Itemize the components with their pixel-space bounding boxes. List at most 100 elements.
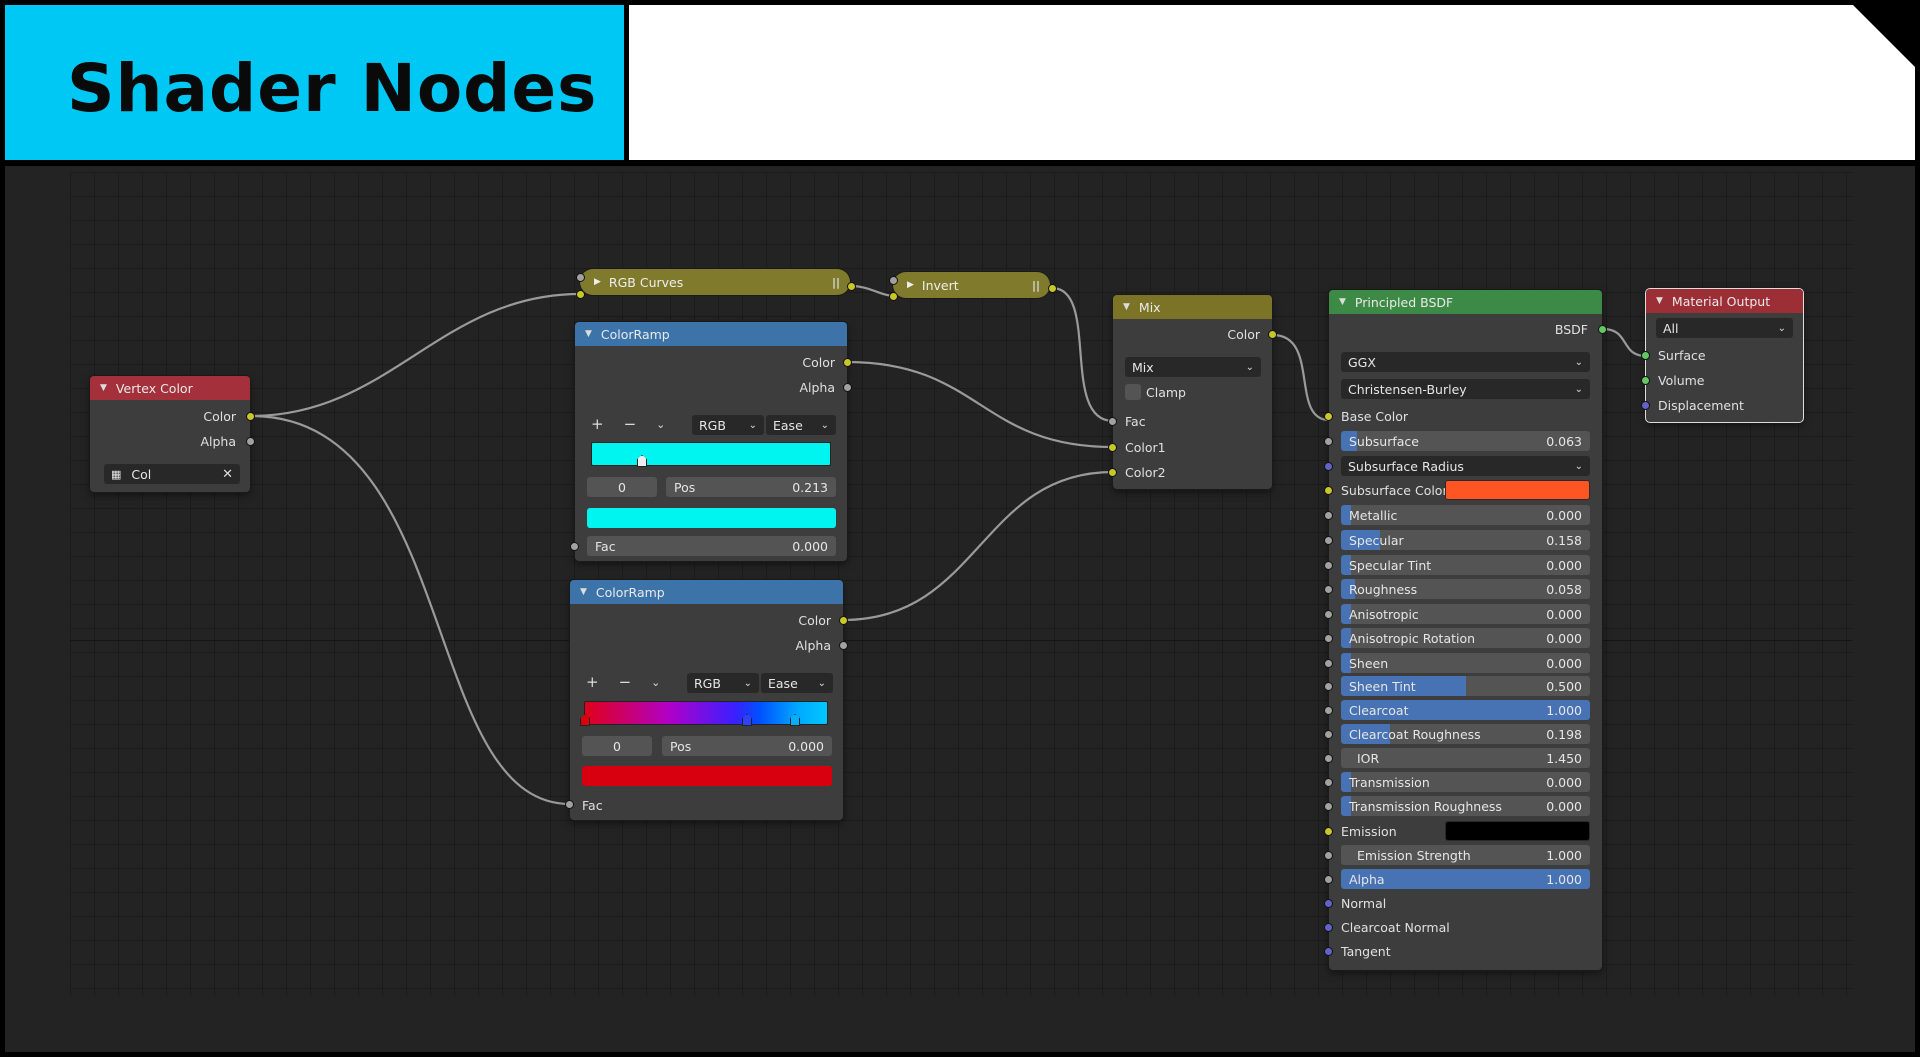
node-header[interactable]: ▼ ColorRamp: [575, 322, 847, 346]
node-material-output[interactable]: ▼ Material Output All ⌄ Surface Volume Di…: [1641, 289, 1803, 422]
stop-color-swatch[interactable]: [587, 508, 836, 528]
socket-metallic-in[interactable]: [1324, 511, 1333, 520]
specular-slider[interactable]: Specular 0.158: [1341, 530, 1590, 550]
chevron-down-icon[interactable]: ⌄: [651, 676, 660, 689]
socket-fac-in[interactable]: [570, 542, 579, 551]
collapse-arrow-icon[interactable]: ▼: [1123, 302, 1130, 312]
socket-color-out[interactable]: [1268, 330, 1277, 339]
socket-clearcoat-in[interactable]: [1324, 706, 1333, 715]
fac-field[interactable]: Fac 0.000: [587, 536, 836, 556]
socket-fac-in[interactable]: [565, 800, 574, 809]
active-stop-index[interactable]: 0: [582, 736, 652, 756]
add-stop-icon[interactable]: +: [591, 415, 604, 433]
socket-base-color-in[interactable]: [1324, 412, 1333, 421]
node-colorramp-1[interactable]: ▼ ColorRamp Color Alpha + − ⌄ RGB ⌄ Ease ⌄…: [570, 322, 852, 561]
clearcoat-roughness-slider[interactable]: Clearcoat Roughness 0.198: [1341, 724, 1590, 744]
socket-subsurface-radius-in[interactable]: [1324, 462, 1333, 471]
stop-position-field[interactable]: Pos 0.213: [666, 477, 836, 497]
socket-invert-fac-in[interactable]: [889, 276, 898, 285]
subsurface-color-swatch[interactable]: [1445, 480, 1590, 500]
socket-transmission-in[interactable]: [1324, 778, 1333, 787]
subsurface-slider[interactable]: Subsurface 0.063: [1341, 431, 1590, 451]
socket-normal-in[interactable]: [1324, 899, 1333, 908]
socket-subsurface-color-in[interactable]: [1324, 486, 1333, 495]
socket-bsdf-out[interactable]: [1598, 325, 1607, 334]
socket-specular-in[interactable]: [1324, 536, 1333, 545]
node-header[interactable]: ▼ Mix: [1113, 295, 1272, 319]
subsurface-radius-select[interactable]: Subsurface Radius ⌄: [1341, 456, 1590, 476]
socket-anisotropic-in[interactable]: [1324, 610, 1333, 619]
chevron-down-icon[interactable]: ⌄: [656, 418, 665, 431]
socket-transmission-roughness-in[interactable]: [1324, 802, 1333, 811]
socket-fac-in[interactable]: [1108, 417, 1117, 426]
emission-color-swatch[interactable]: [1445, 821, 1590, 841]
socket-surface-in[interactable]: [1641, 351, 1650, 360]
specular-tint-slider[interactable]: Specular Tint 0.000: [1341, 555, 1590, 575]
socket-anisotropic-rotation-in[interactable]: [1324, 634, 1333, 643]
node-invert[interactable]: ▶ Invert ||: [893, 272, 1050, 298]
socket-curves-color-out[interactable]: [847, 282, 856, 291]
socket-invert-color-in[interactable]: [889, 292, 898, 301]
node-colorramp-2[interactable]: ▼ ColorRamp Color Alpha + − ⌄ RGB ⌄ Ease ⌄…: [565, 580, 848, 820]
active-stop-index[interactable]: 0: [587, 477, 657, 497]
color-mode-select[interactable]: RGB ⌄: [687, 673, 759, 693]
socket-alpha-out[interactable]: [843, 383, 852, 392]
node-rgb-curves[interactable]: ▶ RGB Curves ||: [580, 269, 850, 295]
socket-alpha-out[interactable]: [246, 437, 255, 446]
socket-ior-in[interactable]: [1324, 754, 1333, 763]
socket-color-out[interactable]: [839, 616, 848, 625]
transmission-roughness-slider[interactable]: Transmission Roughness 0.000: [1341, 796, 1590, 816]
stop-position-field[interactable]: Pos 0.000: [662, 736, 832, 756]
socket-subsurface-in[interactable]: [1324, 437, 1333, 446]
node-header[interactable]: ▼ ColorRamp: [570, 580, 843, 604]
collapse-arrow-icon[interactable]: ▼: [100, 383, 107, 393]
expand-arrow-icon[interactable]: ▶: [594, 277, 601, 287]
node-header[interactable]: ▼ Vertex Color: [90, 376, 250, 400]
subsurface-method-select[interactable]: Christensen-Burley ⌄: [1341, 379, 1590, 399]
anisotropic-rotation-slider[interactable]: Anisotropic Rotation 0.000: [1341, 628, 1590, 648]
socket-clearcoat-roughness-in[interactable]: [1324, 730, 1333, 739]
socket-specular-tint-in[interactable]: [1324, 561, 1333, 570]
node-principled-bsdf[interactable]: ▼ Principled BSDF BSDF GGX ⌄ Christensen-…: [1324, 290, 1607, 970]
collapse-arrow-icon[interactable]: ▼: [1656, 296, 1663, 306]
socket-alpha-in[interactable]: [1324, 875, 1333, 884]
ior-field[interactable]: IOR 1.450: [1341, 748, 1590, 768]
alpha-slider[interactable]: Alpha 1.000: [1341, 869, 1590, 889]
clearcoat-slider[interactable]: Clearcoat 1.000: [1341, 700, 1590, 720]
expand-arrow-icon[interactable]: ▶: [907, 280, 914, 290]
node-header[interactable]: ▼ Material Output: [1646, 289, 1803, 313]
node-mix[interactable]: ▼ Mix Color Mix ⌄ Clamp Fac Color1 Color2: [1108, 295, 1277, 489]
anisotropic-slider[interactable]: Anisotropic 0.000: [1341, 604, 1590, 624]
socket-roughness-in[interactable]: [1324, 585, 1333, 594]
node-editor[interactable]: [5, 166, 1915, 1052]
node-socket-toggle-icon[interactable]: ||: [1032, 279, 1040, 292]
socket-volume-in[interactable]: [1641, 376, 1650, 385]
socket-sheen-in[interactable]: [1324, 659, 1333, 668]
socket-displacement-in[interactable]: [1641, 401, 1650, 410]
collapse-arrow-icon[interactable]: ▼: [1339, 297, 1346, 307]
node-header[interactable]: ▼ Principled BSDF: [1329, 290, 1602, 314]
remove-stop-icon[interactable]: −: [624, 415, 637, 433]
remove-stop-icon[interactable]: −: [619, 673, 632, 691]
socket-tangent-in[interactable]: [1324, 947, 1333, 956]
socket-emission-strength-in[interactable]: [1324, 851, 1333, 860]
interpolation-select[interactable]: Ease ⌄: [761, 673, 833, 693]
color-mode-select[interactable]: RGB ⌄: [692, 415, 764, 435]
roughness-slider[interactable]: Roughness 0.058: [1341, 579, 1590, 599]
socket-clearcoat-normal-in[interactable]: [1324, 923, 1333, 932]
socket-invert-color-out[interactable]: [1048, 284, 1057, 293]
collapse-arrow-icon[interactable]: ▼: [585, 329, 592, 339]
socket-curves-color-in[interactable]: [576, 290, 585, 299]
interpolation-select[interactable]: Ease ⌄: [766, 415, 836, 435]
socket-curves-fac-in[interactable]: [576, 273, 585, 282]
node-socket-toggle-icon[interactable]: ||: [832, 276, 840, 289]
clear-icon[interactable]: ✕: [222, 467, 233, 482]
sheen-slider[interactable]: Sheen 0.000: [1341, 653, 1590, 673]
emission-strength-field[interactable]: Emission Strength 1.000: [1341, 845, 1590, 865]
transmission-slider[interactable]: Transmission 0.000: [1341, 772, 1590, 792]
socket-color1-in[interactable]: [1108, 443, 1117, 452]
socket-color-out[interactable]: [843, 358, 852, 367]
vertex-color-layer-field[interactable]: ▦ Col ✕: [104, 464, 240, 484]
socket-alpha-out[interactable]: [839, 641, 848, 650]
blend-mode-select[interactable]: Mix ⌄: [1125, 357, 1261, 377]
